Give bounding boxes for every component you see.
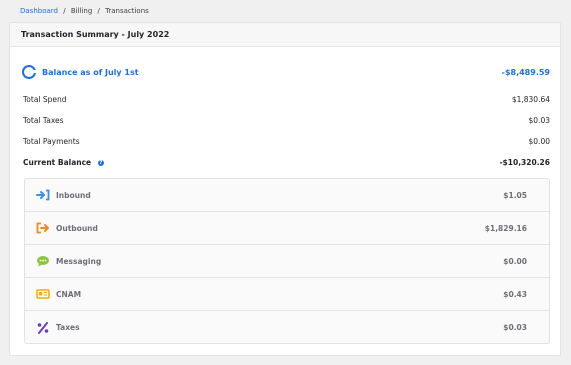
breakdown-label: Inbound xyxy=(56,190,91,200)
breakdown-row-inbound: Inbound $1.05 xyxy=(25,179,549,212)
total-spend-label: Total Spend xyxy=(23,94,67,104)
transaction-summary-card: Transaction Summary - July 2022 Balance … xyxy=(9,22,561,356)
chat-bubble-icon xyxy=(36,255,50,267)
current-balance-value: -$10,320.26 xyxy=(499,157,550,167)
opening-balance-label: Balance as of July 1st xyxy=(42,67,139,77)
opening-balance-value: -$8,489.59 xyxy=(501,67,550,77)
current-balance-label: Current Balance xyxy=(23,157,92,167)
total-taxes-value: $0.03 xyxy=(528,115,550,125)
breadcrumb-separator: / xyxy=(63,7,66,15)
breakdown-value: $1,829.16 xyxy=(484,223,527,233)
current-balance-row: Current Balance ? -$10,320.26 xyxy=(23,156,550,168)
card-header: Transaction Summary - July 2022 xyxy=(10,23,560,47)
breakdown-row-messaging: Messaging $0.00 xyxy=(25,245,549,278)
breakdown-value: $1.05 xyxy=(503,190,527,200)
breadcrumb-transactions: Transactions xyxy=(105,7,149,15)
info-icon[interactable]: ? xyxy=(97,159,104,166)
brand-logo-icon xyxy=(22,65,37,79)
breakdown-label: Messaging xyxy=(56,256,102,266)
opening-balance-row: Balance as of July 1st -$8,489.59 xyxy=(22,64,550,80)
breakdown-value: $0.00 xyxy=(503,256,527,266)
total-taxes-row: Total Taxes $0.03 xyxy=(23,114,550,126)
breakdown-row-taxes: Taxes $0.03 xyxy=(25,311,549,344)
id-card-icon xyxy=(36,288,50,300)
outbound-arrow-icon xyxy=(36,222,50,234)
card-title: Transaction Summary - July 2022 xyxy=(21,30,170,39)
breakdown-row-outbound: Outbound $1,829.16 xyxy=(25,212,549,245)
breakdown-label: Taxes xyxy=(56,323,80,332)
total-spend-row: Total Spend $1,830.64 xyxy=(23,93,550,105)
breakdown-table: Inbound $1.05 Outbound $1,829.16 Messagi… xyxy=(24,178,550,344)
total-payments-row: Total Payments $0.00 xyxy=(23,135,550,147)
breadcrumb: Dashboard / Billing / Transactions xyxy=(20,7,149,15)
breadcrumb-separator: / xyxy=(97,7,100,15)
breakdown-value: $0.43 xyxy=(503,289,527,299)
inbound-arrow-icon xyxy=(36,189,50,201)
breakdown-row-cnam: CNAM $0.43 xyxy=(25,278,549,311)
breakdown-value: $0.03 xyxy=(503,323,527,332)
total-payments-value: $0.00 xyxy=(528,136,550,146)
breadcrumb-billing[interactable]: Billing xyxy=(71,7,92,15)
total-spend-value: $1,830.64 xyxy=(511,94,550,104)
percent-icon xyxy=(36,321,50,334)
breakdown-label: Outbound xyxy=(56,223,98,233)
breadcrumb-dashboard-link[interactable]: Dashboard xyxy=(20,7,58,15)
breakdown-label: CNAM xyxy=(56,289,82,299)
total-taxes-label: Total Taxes xyxy=(23,115,64,125)
total-payments-label: Total Payments xyxy=(23,136,80,146)
